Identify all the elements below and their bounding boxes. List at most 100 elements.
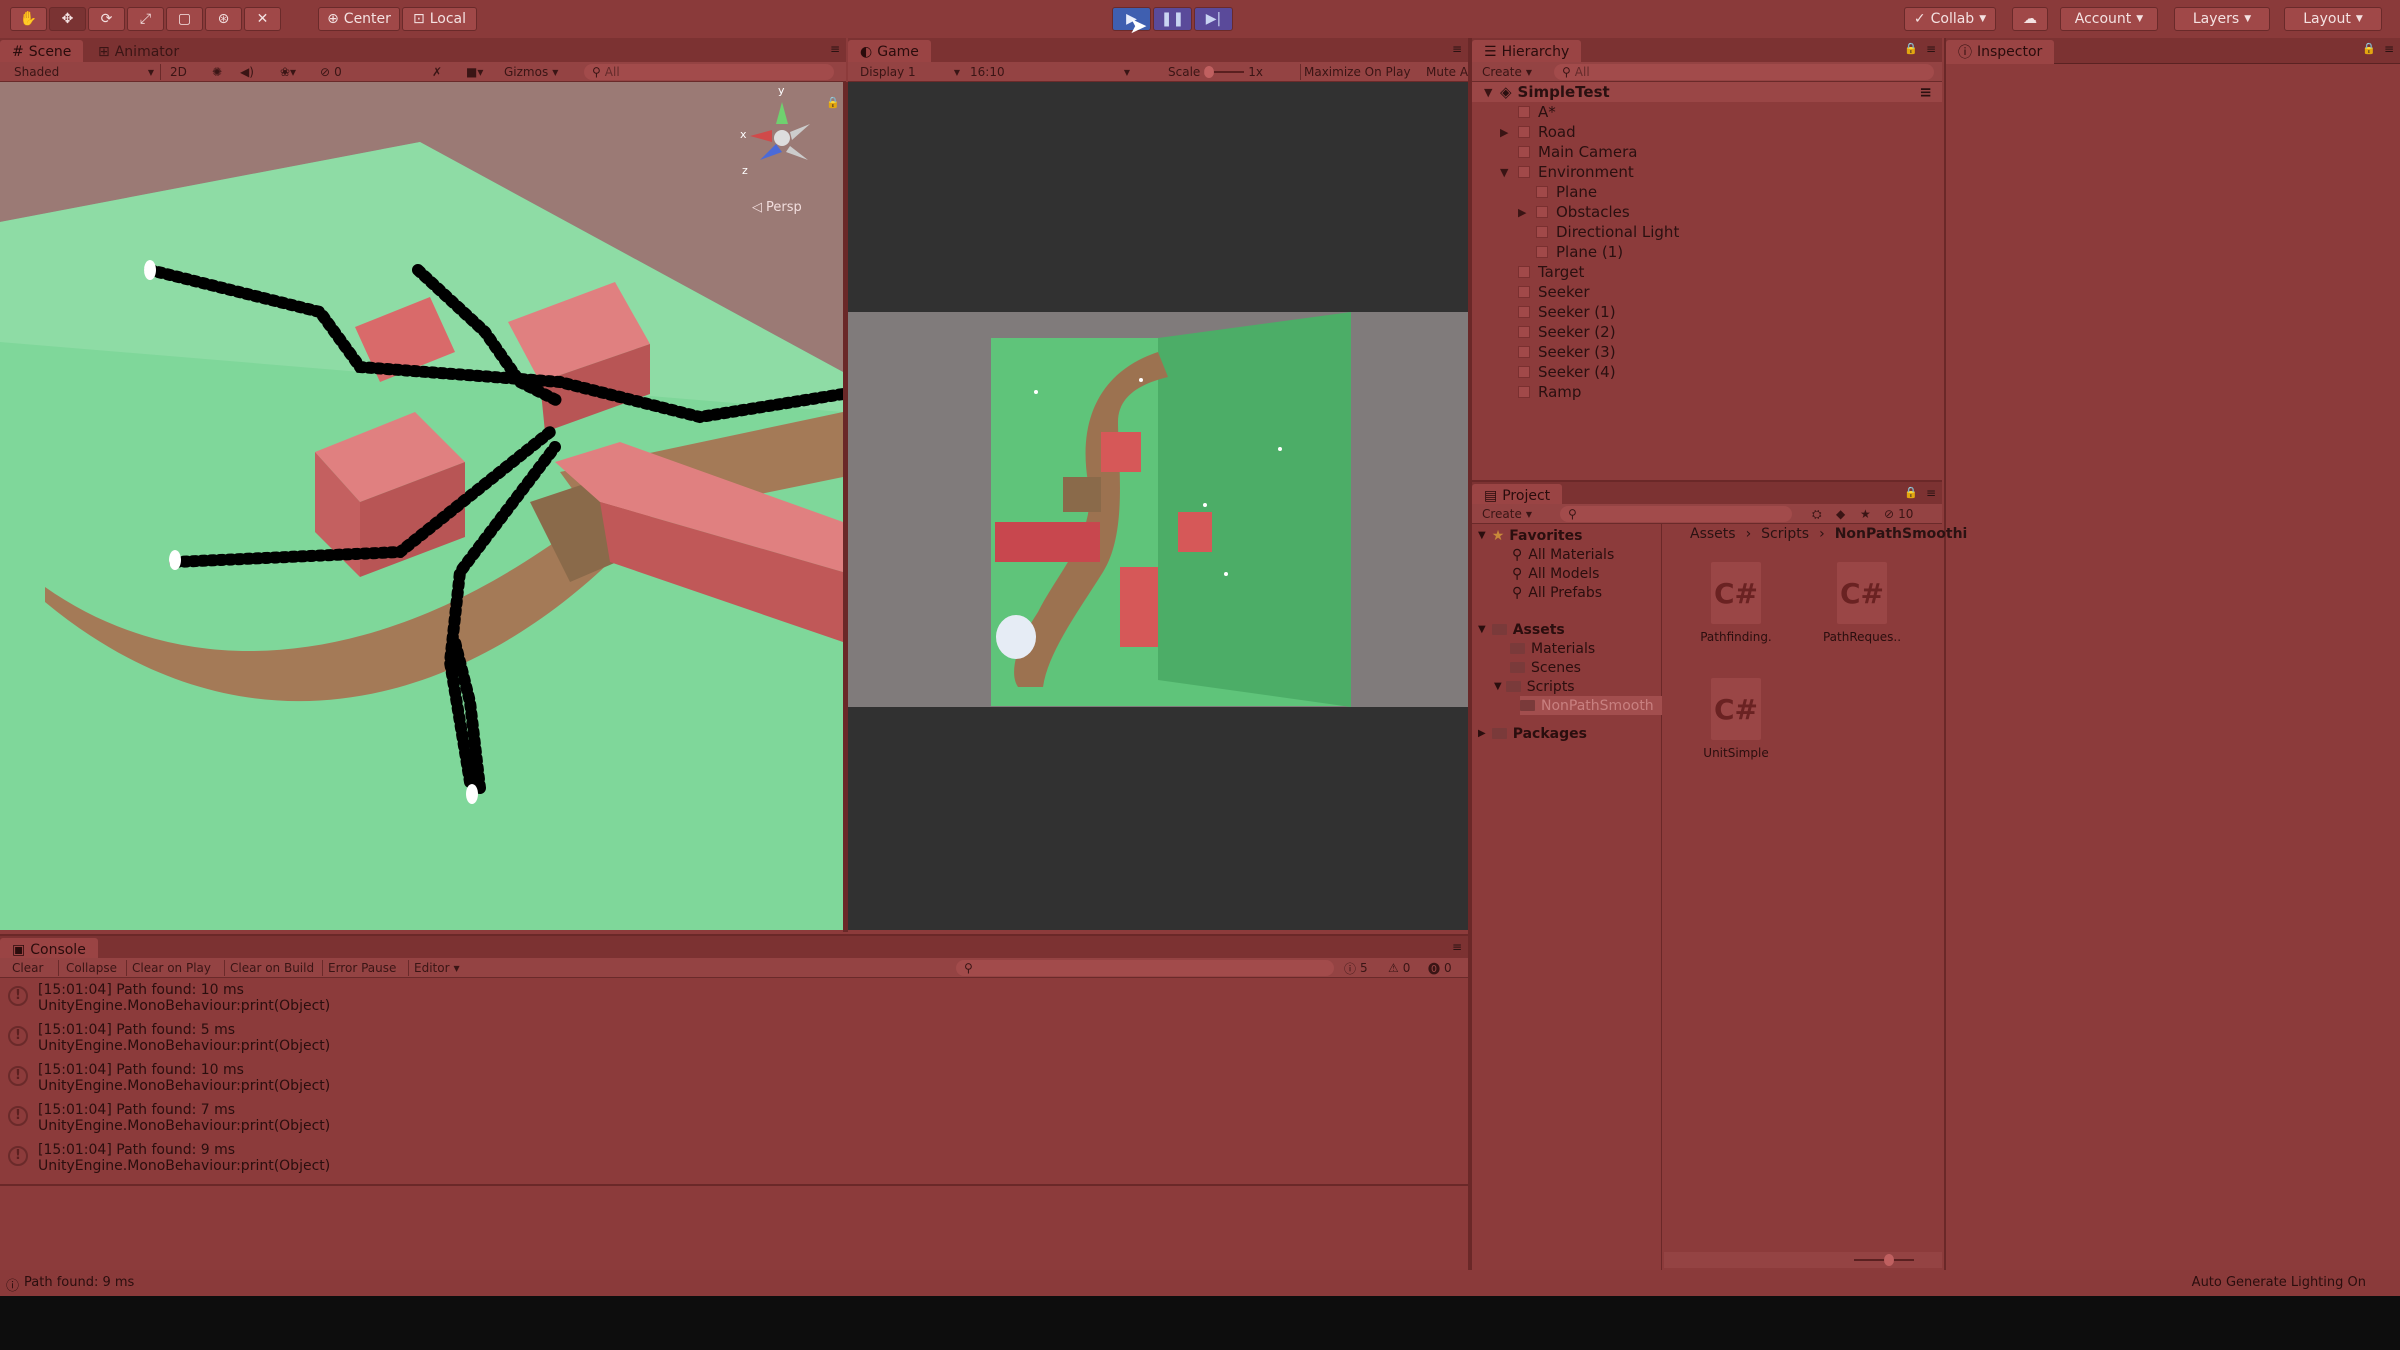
assets-row[interactable]: ▼ Assets — [1478, 620, 1565, 639]
editor-dropdown[interactable]: Editor ▼ — [414, 960, 460, 976]
log-entry[interactable]: ! [15:01:04] Path found: 10 ms UnityEngine… — [0, 1060, 1466, 1100]
error-filter-toggle[interactable]: ⓿0 — [1428, 960, 1452, 976]
tab-inspector[interactable]: ⓘ Inspector — [1946, 40, 2055, 64]
icon-size-slider[interactable] — [1854, 1254, 1914, 1266]
collab-dropdown[interactable]: ✓ Collab ▼ — [1904, 7, 1996, 31]
panel-divider[interactable] — [1468, 38, 1472, 1274]
hierarchy-item[interactable]: ▶ Road — [1500, 122, 1576, 142]
scene-menu-icon[interactable]: ≡ — [1919, 83, 1932, 101]
rotate-tool-icon[interactable]: ⟳ — [88, 7, 125, 31]
lock-icon[interactable]: 🔒 — [2362, 42, 2376, 55]
folder-item[interactable]: ▼ Scripts — [1494, 677, 1575, 696]
log-entry[interactable]: ! [15:01:04] Path found: 5 ms UnityEngine.… — [0, 1020, 1466, 1060]
pause-button[interactable]: ❚❚ — [1153, 7, 1192, 31]
panel-menu-icon[interactable]: ≡ — [830, 42, 840, 56]
lock-icon[interactable]: 🔒 — [1904, 42, 1918, 55]
folder-item[interactable]: Materials — [1510, 639, 1595, 658]
pivot-center-toggle[interactable]: ⊕ Center — [318, 7, 400, 31]
info-filter-toggle[interactable]: ⓘ 5 — [1344, 960, 1368, 976]
collapse-toggle[interactable]: Collapse — [66, 960, 117, 976]
packages-row[interactable]: ▶ Packages — [1478, 724, 1587, 743]
clear-on-build-toggle[interactable]: Clear on Build — [230, 960, 314, 976]
chevron-right-icon[interactable]: ▶ — [1500, 126, 1508, 139]
chevron-right-icon[interactable]: ▶ — [1518, 206, 1526, 219]
scene-root-row[interactable]: ▼ ◈ SimpleTest ≡ — [1472, 82, 1942, 102]
persp-toggle[interactable]: ◁ Persp — [752, 200, 802, 215]
hierarchy-item[interactable]: ▼ Environment — [1500, 162, 1634, 182]
step-button[interactable]: ▶| — [1194, 7, 1233, 31]
hierarchy-create-dropdown[interactable]: Create ▼ — [1482, 64, 1532, 80]
favorite-item[interactable]: ⚲ All Prefabs — [1512, 583, 1602, 602]
project-search-input[interactable]: ⚲ — [1560, 506, 1792, 522]
aspect-dropdown[interactable]: 16:10 ▼ — [970, 64, 1130, 80]
favorite-star-icon[interactable]: ★ — [1860, 506, 1871, 522]
move-tool-icon[interactable]: ✥ — [49, 7, 86, 31]
auto-lighting-status[interactable]: Auto Generate Lighting On — [2192, 1275, 2366, 1290]
favorites-row[interactable]: ▼ ★ Favorites — [1478, 526, 1582, 545]
cloud-icon[interactable]: ☁ — [2012, 7, 2048, 31]
log-entry[interactable]: ! [15:01:04] Path found: 10 ms UnityEngine… — [0, 980, 1466, 1020]
hierarchy-item[interactable]: ▶ Obstacles — [1518, 202, 1630, 222]
hierarchy-item[interactable]: Seeker (3) — [1518, 342, 1616, 362]
hidden-packages-toggle[interactable]: ⊘ 10 — [1884, 506, 1913, 522]
breadcrumb-item[interactable]: Assets — [1690, 526, 1736, 542]
filter-label-icon[interactable]: ◆ — [1836, 506, 1845, 522]
console-search-input[interactable]: ⚲ — [956, 960, 1334, 976]
audio-icon[interactable]: ◀) — [240, 64, 254, 80]
tools-icon[interactable]: ✗ — [432, 64, 442, 80]
clear-on-play-toggle[interactable]: Clear on Play — [132, 960, 211, 976]
tab-game[interactable]: ◐ Game — [848, 40, 931, 64]
hierarchy-item[interactable]: Seeker (2) — [1518, 322, 1616, 342]
hierarchy-item[interactable]: Ramp — [1518, 382, 1581, 402]
hierarchy-item[interactable]: Plane — [1536, 182, 1597, 202]
account-dropdown[interactable]: Account ▼ — [2060, 7, 2158, 31]
hierarchy-item[interactable]: Seeker (4) — [1518, 362, 1616, 382]
panel-divider[interactable] — [843, 82, 848, 932]
panel-menu-icon[interactable]: ≡ — [1926, 42, 1936, 56]
script-file[interactable]: C# UnitSimple — [1696, 678, 1776, 760]
panel-menu-icon[interactable]: ≡ — [1926, 486, 1936, 500]
tab-scene[interactable]: # Scene — [0, 40, 84, 64]
log-entry[interactable]: ! [15:01:04] Path found: 7 ms UnityEngine.… — [0, 1100, 1466, 1140]
effects-icon[interactable]: ❀▾ — [280, 64, 296, 80]
status-message[interactable]: Path found: 9 ms — [24, 1275, 134, 1290]
lock-icon[interactable]: 🔒 — [1904, 486, 1918, 499]
panel-menu-icon[interactable]: ≡ — [2384, 42, 2394, 56]
hierarchy-item[interactable]: Plane (1) — [1536, 242, 1623, 262]
custom-tool-icon[interactable]: ✕ — [244, 7, 281, 31]
slider-thumb[interactable] — [1884, 1254, 1894, 1266]
slider-thumb[interactable] — [1204, 66, 1215, 78]
scale-slider[interactable]: Scale 1x — [1168, 64, 1263, 80]
game-viewport[interactable] — [848, 82, 1468, 930]
hierarchy-item[interactable]: Seeker (1) — [1518, 302, 1616, 322]
hierarchy-item[interactable]: Directional Light — [1536, 222, 1679, 242]
warning-filter-toggle[interactable]: ⚠ 0 — [1388, 960, 1410, 976]
scene-search-input[interactable]: ⚲ All — [584, 64, 834, 80]
scene-viewport[interactable]: y x z 🔒 ◁ Persp — [0, 82, 843, 930]
lighting-icon[interactable]: ✺ — [212, 64, 222, 80]
project-create-dropdown[interactable]: Create ▼ — [1482, 506, 1532, 522]
tab-hierarchy[interactable]: ☰ Hierarchy — [1472, 40, 1582, 64]
breadcrumb-item[interactable]: NonPathSmoothi — [1835, 526, 1968, 542]
hierarchy-search-input[interactable]: ⚲ All — [1554, 64, 1934, 80]
space-local-toggle[interactable]: ⊡ Local — [402, 7, 477, 31]
panel-menu-icon[interactable]: ≡ — [1452, 940, 1462, 954]
mute-audio-toggle[interactable]: Mute A — [1426, 64, 1468, 80]
hierarchy-item[interactable]: Target — [1518, 262, 1584, 282]
filter-type-icon[interactable]: ⛭ — [1812, 506, 1822, 522]
error-pause-toggle[interactable]: Error Pause — [328, 960, 396, 976]
scale-tool-icon[interactable]: ⤢ — [127, 7, 164, 31]
rect-tool-icon[interactable]: ▢ — [166, 7, 203, 31]
breadcrumb-item[interactable]: Scripts — [1761, 526, 1809, 542]
favorite-item[interactable]: ⚲ All Materials — [1512, 545, 1614, 564]
mode-2d-toggle[interactable]: 2D — [170, 64, 187, 80]
hierarchy-item[interactable]: A* — [1518, 102, 1556, 122]
hand-tool-icon[interactable]: ✋ — [10, 7, 47, 31]
chevron-down-icon[interactable]: ▼ — [1500, 166, 1508, 179]
folder-item[interactable]: Scenes — [1510, 658, 1581, 677]
camera-icon[interactable]: ■▾ — [466, 64, 483, 80]
layout-dropdown[interactable]: Layout ▼ — [2284, 7, 2382, 31]
panel-menu-icon[interactable]: ≡ — [1452, 42, 1462, 56]
shading-mode-dropdown[interactable]: Shaded ▼ — [14, 64, 154, 80]
script-file[interactable]: C# PathReques.. — [1822, 562, 1902, 644]
